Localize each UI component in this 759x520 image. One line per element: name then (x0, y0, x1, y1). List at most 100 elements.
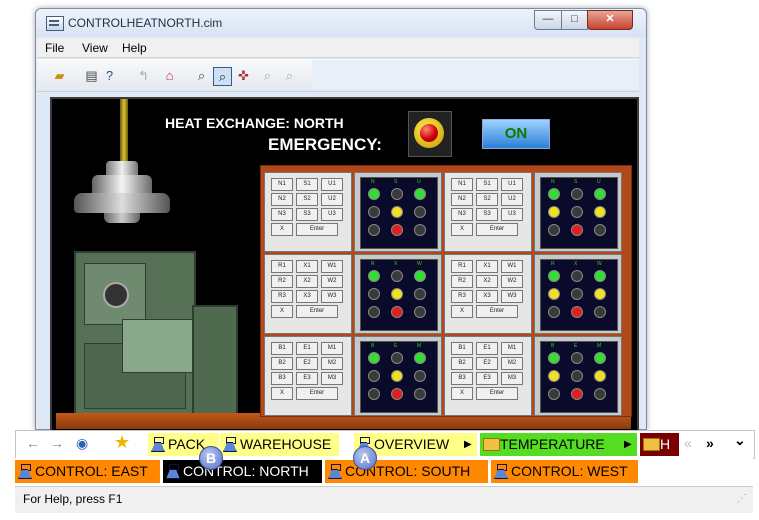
zoom-fit-icon[interactable]: ✜ (235, 67, 252, 84)
keypad-key[interactable]: R2 (451, 275, 473, 288)
on-button[interactable]: ON (482, 119, 550, 149)
scroll-left-icon[interactable]: « (684, 435, 692, 451)
keypad-key[interactable]: M2 (501, 357, 523, 370)
keypad-key[interactable]: R3 (451, 290, 473, 303)
keypad-key[interactable]: M2 (321, 357, 343, 370)
keypad-x-key[interactable]: X (271, 223, 293, 236)
keypad-key[interactable]: R2 (271, 275, 293, 288)
keypad-key[interactable]: R1 (451, 260, 473, 273)
keypad-key[interactable]: U1 (321, 178, 343, 191)
keypad-key[interactable]: W2 (501, 275, 523, 288)
keypad-key[interactable]: S2 (296, 193, 318, 206)
menu-help[interactable]: Help (122, 41, 147, 55)
tab-warehouse[interactable]: WAREHOUSE (220, 433, 340, 456)
keypad-x-key[interactable]: X (451, 305, 473, 318)
keypad-key[interactable]: X1 (296, 260, 318, 273)
back-arrow-icon[interactable]: ← (26, 435, 40, 451)
globe-icon[interactable]: ◉ (76, 435, 88, 452)
keypad-x-key[interactable]: X (451, 387, 473, 400)
tab-control-west[interactable]: CONTROL: WEST (491, 460, 639, 483)
keypad-key[interactable]: N2 (271, 193, 293, 206)
zoom-icon[interactable]: ⌕ (193, 67, 210, 84)
keypad-enter-key[interactable]: Enter (476, 305, 518, 318)
keypad-x-key[interactable]: X (271, 305, 293, 318)
keypad-key[interactable]: M1 (321, 342, 343, 355)
keypad-key[interactable]: E2 (476, 357, 498, 370)
close-button[interactable]: ✕ (587, 10, 633, 30)
keypad-key[interactable]: R3 (271, 290, 293, 303)
tab-control-east[interactable]: CONTROL: EAST (15, 460, 161, 483)
keypad-key[interactable]: U2 (501, 193, 523, 206)
dropdown-chevron-icon[interactable]: ⌄ (734, 432, 746, 449)
zoom-in-icon[interactable]: ⌕ (259, 67, 276, 84)
keypad-key[interactable]: R1 (271, 260, 293, 273)
go-back-icon[interactable]: ↰ (135, 67, 152, 84)
keypad-enter-key[interactable]: Enter (296, 387, 338, 400)
tab-control-south[interactable]: CONTROL: SOUTH (325, 460, 489, 483)
keypad-key[interactable]: M3 (501, 372, 523, 385)
keypad-x-key[interactable]: X (451, 223, 473, 236)
keypad-key[interactable]: X3 (296, 290, 318, 303)
keypad-enter-key[interactable]: Enter (296, 223, 338, 236)
keypad-key[interactable]: N3 (271, 208, 293, 221)
maximize-button[interactable]: □ (561, 10, 588, 30)
keypad-enter-key[interactable]: Enter (296, 305, 338, 318)
zoom-area-icon[interactable]: ⌕ (213, 67, 232, 86)
menu-file[interactable]: File (45, 41, 64, 55)
keypad-key[interactable]: X2 (476, 275, 498, 288)
keypad-key[interactable]: B3 (451, 372, 473, 385)
keypad-key[interactable]: N3 (451, 208, 473, 221)
forward-arrow-icon[interactable]: → (50, 435, 64, 451)
open-folder-icon[interactable]: ▰ (51, 67, 68, 84)
keypad-key[interactable]: B1 (451, 342, 473, 355)
resize-grip-icon[interactable]: ⋰ (737, 487, 747, 511)
minimize-button[interactable]: — (534, 10, 562, 30)
keypad-key[interactable]: U3 (501, 208, 523, 221)
keypad-key[interactable]: N1 (451, 178, 473, 191)
keypad-key[interactable]: X3 (476, 290, 498, 303)
keypad-key[interactable]: B1 (271, 342, 293, 355)
keypad-key[interactable]: W3 (501, 290, 523, 303)
keypad-key[interactable]: U2 (321, 193, 343, 206)
keypad-key[interactable]: E3 (296, 372, 318, 385)
title-bar[interactable]: CONTROLHEATNORTH.cim — □ ✕ (36, 9, 646, 37)
tab-control-north[interactable]: CONTROL: NORTH (163, 460, 323, 483)
keypad-key[interactable]: M3 (321, 372, 343, 385)
keypad-key[interactable]: E3 (476, 372, 498, 385)
keypad-key[interactable]: E1 (476, 342, 498, 355)
help-pointer-icon[interactable]: ? (101, 67, 118, 84)
scroll-right-icon[interactable]: » (706, 435, 714, 451)
keypad-key[interactable]: M1 (501, 342, 523, 355)
keypad-key[interactable]: E1 (296, 342, 318, 355)
keypad-key[interactable]: X1 (476, 260, 498, 273)
keypad-key[interactable]: B2 (271, 357, 293, 370)
keypad-key[interactable]: S3 (476, 208, 498, 221)
keypad-key[interactable]: N1 (271, 178, 293, 191)
zoom-out-icon[interactable]: ⌕ (281, 67, 298, 84)
keypad-key[interactable]: S3 (296, 208, 318, 221)
keypad-key[interactable]: W1 (501, 260, 523, 273)
keypad-key[interactable]: U1 (501, 178, 523, 191)
keypad-enter-key[interactable]: Enter (476, 223, 518, 236)
keypad-key[interactable]: E2 (296, 357, 318, 370)
favorites-star-icon[interactable]: ★ (114, 432, 130, 453)
keypad-key[interactable]: N2 (451, 193, 473, 206)
emergency-stop-button[interactable] (408, 111, 452, 157)
keypad-key[interactable]: W2 (321, 275, 343, 288)
keypad-key[interactable]: B3 (271, 372, 293, 385)
keypad-key[interactable]: X2 (296, 275, 318, 288)
tab-temperature[interactable]: TEMPERATURE ▶ (480, 433, 638, 456)
keypad-key[interactable]: W3 (321, 290, 343, 303)
keypad-key[interactable]: U3 (321, 208, 343, 221)
menu-view[interactable]: View (82, 41, 108, 55)
tab-h[interactable]: H (640, 433, 680, 456)
home-icon[interactable]: ⌂ (161, 67, 178, 84)
keypad-enter-key[interactable]: Enter (476, 387, 518, 400)
keypad-key[interactable]: S2 (476, 193, 498, 206)
keypad-key[interactable]: W1 (321, 260, 343, 273)
keypad-x-key[interactable]: X (271, 387, 293, 400)
keypad-key[interactable]: S1 (296, 178, 318, 191)
keypad-key[interactable]: B2 (451, 357, 473, 370)
print-icon[interactable]: ▤ (83, 67, 100, 84)
keypad-key[interactable]: S1 (476, 178, 498, 191)
